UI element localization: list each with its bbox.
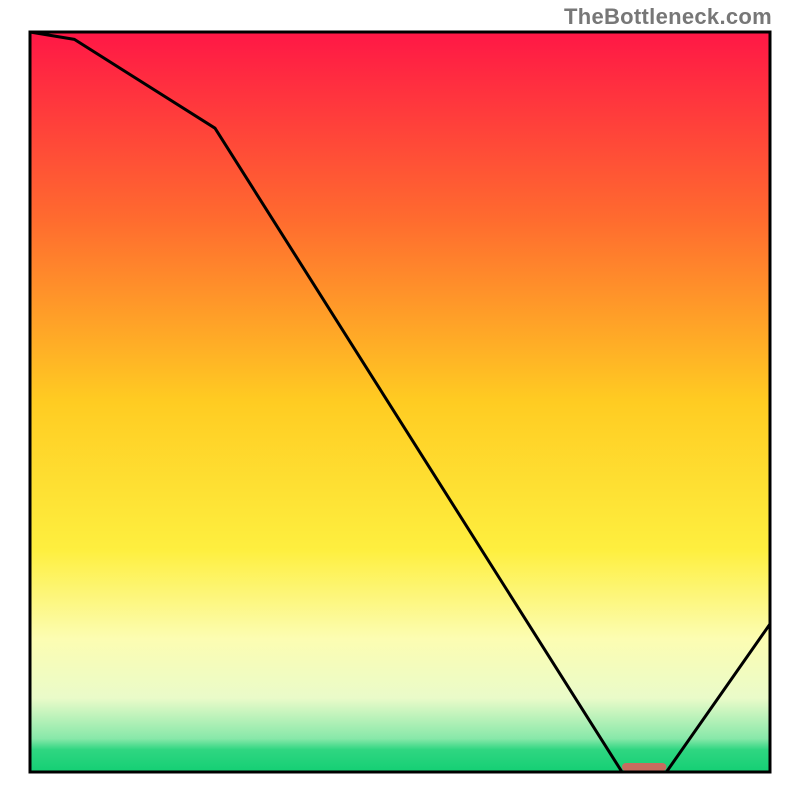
- chart-minimum-marker: [622, 763, 666, 771]
- chart-plot-area: [30, 32, 770, 772]
- bottleneck-chart: [0, 0, 800, 800]
